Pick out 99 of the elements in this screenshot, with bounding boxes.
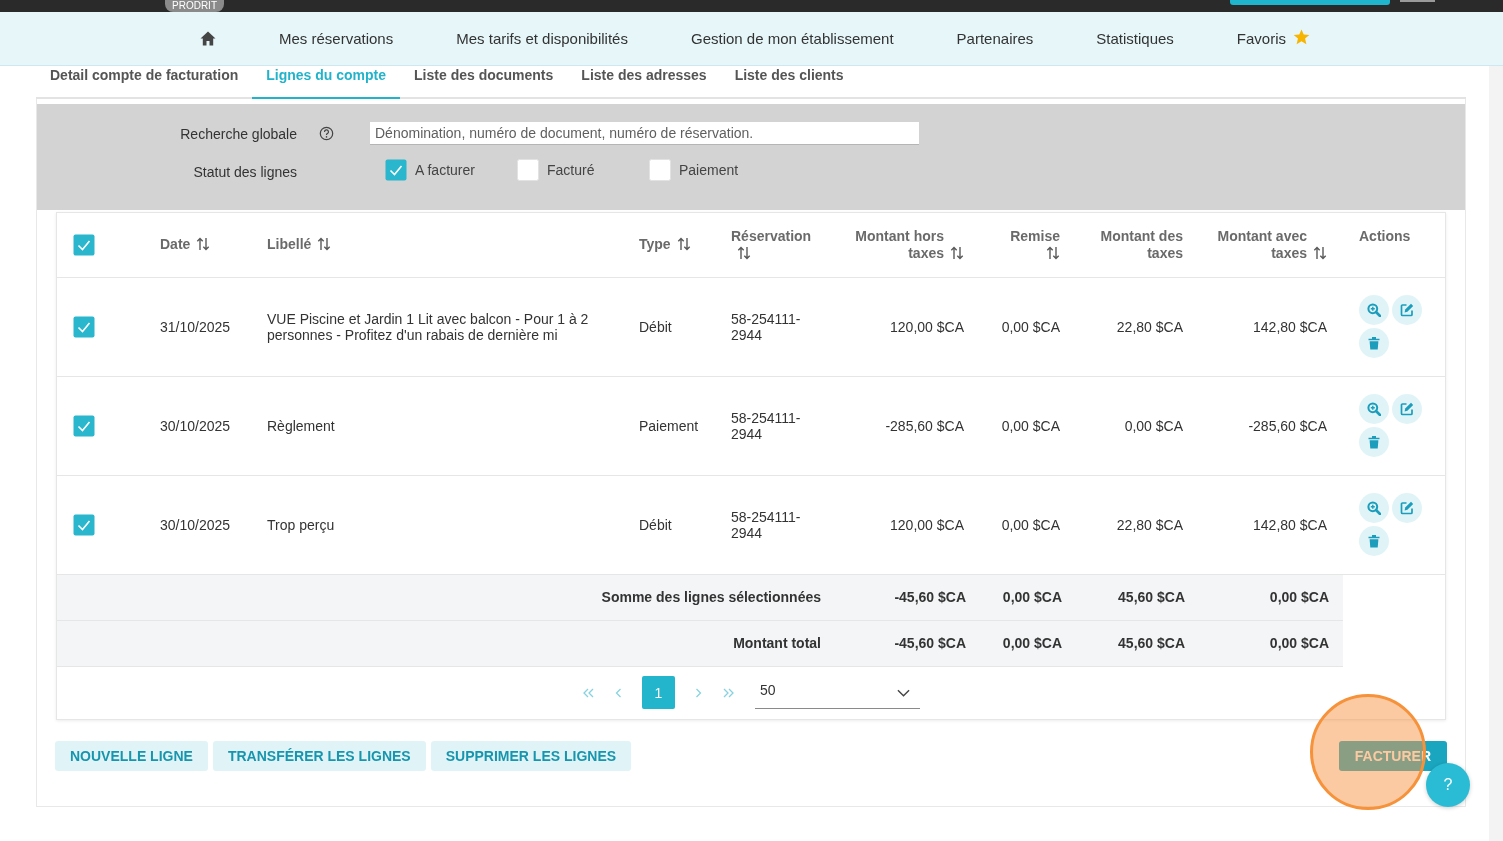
tab[interactable]: Liste des documents (400, 66, 568, 99)
edit-icon (1400, 501, 1414, 515)
table-cell: 31/10/2025 (144, 277, 251, 376)
column-header: Libellé (267, 236, 312, 254)
checkbox[interactable] (73, 315, 95, 338)
column-header: Type (639, 236, 671, 254)
help-icon[interactable] (319, 126, 334, 141)
column-header: Montant hors taxes (854, 227, 944, 262)
checkbox[interactable] (517, 159, 539, 181)
checkbox-label[interactable]: Facturé (547, 162, 595, 178)
table-cell: Débit (623, 277, 715, 376)
sort-icon[interactable] (196, 237, 211, 252)
table-cell: VUE Piscine et Jardin 1 Lit avec balcon - Pour 1 à 2 personnes - Profitez d'un rabais de dernière mi (251, 277, 623, 376)
column-header: Actions (1359, 228, 1411, 245)
tab[interactable]: Liste des clients (720, 66, 858, 99)
table-cell: 0,00 $CA (980, 376, 1076, 475)
checkbox-label[interactable]: Paiement (679, 162, 739, 178)
sort-icon[interactable] (950, 245, 964, 260)
table-cell: 0,00 $CA (1076, 376, 1199, 475)
trash-icon (1367, 435, 1381, 449)
zoom-in-icon (1367, 501, 1381, 515)
table-cell: -285,60 $CA (821, 376, 980, 475)
total-label: Somme des lignes sélectionnées (57, 574, 821, 620)
table-cell: 58-254111-2944 (715, 475, 821, 574)
nav-link[interactable]: Favoris (1236, 30, 1311, 47)
home-icon[interactable] (200, 31, 216, 46)
view-button[interactable] (1359, 493, 1389, 523)
edit-button[interactable] (1392, 493, 1422, 523)
trash-icon (1367, 336, 1381, 350)
total-label: Montant total (57, 620, 821, 666)
column-header: Date (160, 236, 191, 254)
table-cell: 30/10/2025 (144, 376, 251, 475)
delete-button[interactable] (1359, 328, 1389, 358)
delete-button[interactable] (1359, 427, 1389, 457)
table-cell: Paiement (623, 376, 715, 475)
edit-button[interactable] (1392, 394, 1422, 424)
star-icon (1293, 29, 1311, 45)
total-cell: 0,00 $CA (980, 574, 1076, 620)
environment-badge: PRODRIT (165, 0, 224, 12)
nav-link[interactable]: Mes tarifs et disponibilités (456, 30, 628, 47)
column-header: Montant avec taxes (1216, 227, 1307, 262)
table-cell: 142,80 $CA (1199, 277, 1343, 376)
zoom-in-icon (1367, 303, 1381, 317)
column-header: Remise (1010, 227, 1060, 245)
double-chevron-left-icon[interactable] (582, 687, 595, 698)
table-cell: 120,00 $CA (821, 475, 980, 574)
total-cell: -45,60 $CA (821, 620, 980, 666)
search-field[interactable]: Dénomination, numéro de document, numéro de réservation. (370, 122, 919, 145)
column-header: Montant des taxes (1099, 227, 1183, 262)
sort-icon[interactable] (1313, 245, 1327, 260)
nav-link[interactable]: Gestion de mon établissement (690, 30, 894, 47)
field-label: Recherche globale (179, 125, 297, 142)
total-cell: 45,60 $CA (1076, 620, 1199, 666)
field-label: Statut des lignes (192, 164, 297, 180)
table-cell: 120,00 $CA (821, 277, 980, 376)
table-cell: 142,80 $CA (1199, 475, 1343, 574)
sort-icon[interactable] (676, 237, 691, 252)
edit-button[interactable] (1392, 295, 1422, 325)
trash-icon (1367, 534, 1381, 548)
table-cell: 0,00 $CA (980, 475, 1076, 574)
total-cell: -45,60 $CA (821, 574, 980, 620)
view-button[interactable] (1359, 394, 1389, 424)
delete-button[interactable] (1359, 526, 1389, 556)
view-button[interactable] (1359, 295, 1389, 325)
total-cell: 0,00 $CA (980, 620, 1076, 666)
nav-link[interactable]: Statistiques (1096, 30, 1174, 47)
table-cell: 22,80 $CA (1076, 475, 1199, 574)
table-cell: Débit (623, 475, 715, 574)
tab[interactable]: Liste des adresses (567, 66, 721, 99)
edit-icon (1400, 303, 1414, 317)
total-cell: 0,00 $CA (1199, 574, 1343, 620)
sort-icon[interactable] (317, 237, 332, 252)
table-cell: 30/10/2025 (144, 475, 251, 574)
chevron-down-icon (897, 689, 910, 697)
nav-link[interactable]: Mes réservations (279, 30, 394, 47)
tab[interactable]: Detail compte de facturation (36, 66, 253, 99)
checkbox[interactable] (73, 233, 95, 256)
table-cell: -285,60 $CA (1199, 376, 1343, 475)
edit-icon (1400, 402, 1414, 416)
zoom-in-icon (1367, 402, 1381, 416)
table-cell: 0,00 $CA (980, 277, 1076, 376)
sort-icon[interactable] (1046, 245, 1060, 260)
table-cell: 22,80 $CA (1076, 277, 1199, 376)
table-cell: 58-254111-2944 (715, 277, 821, 376)
sort-icon[interactable] (737, 245, 751, 260)
checkbox[interactable] (649, 159, 671, 181)
checkbox[interactable] (385, 159, 407, 181)
column-header: Réservation (731, 227, 812, 245)
nav-link[interactable]: Partenaires (956, 30, 1034, 47)
table-cell: 58-254111-2944 (715, 376, 821, 475)
total-cell: 0,00 $CA (1199, 620, 1343, 666)
page-size-select[interactable]: 50 (755, 676, 920, 709)
checkbox[interactable] (73, 513, 95, 536)
table-cell: Trop perçu (251, 475, 623, 574)
total-cell: 45,60 $CA (1076, 574, 1199, 620)
double-chevron-right-icon[interactable] (722, 687, 735, 698)
checkbox-label[interactable]: A facturer (415, 162, 475, 178)
table-cell: Règlement (251, 376, 623, 475)
checkbox[interactable] (73, 414, 95, 437)
